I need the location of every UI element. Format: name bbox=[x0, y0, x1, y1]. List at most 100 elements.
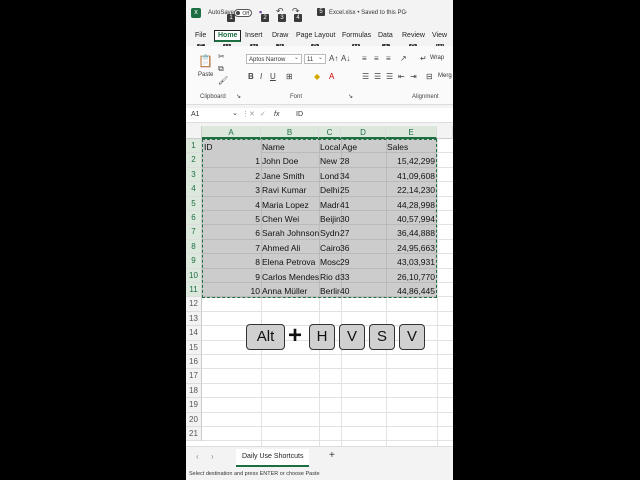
cell-location[interactable]: Rio d bbox=[320, 270, 340, 284]
cell-id[interactable]: 3 bbox=[203, 183, 260, 197]
align-bottom-icon[interactable]: ≡ bbox=[386, 54, 391, 64]
add-sheet-button[interactable]: + bbox=[329, 450, 335, 461]
cell-name[interactable]: Ravi Kumar bbox=[262, 183, 319, 197]
tab-formulas[interactable]: Formulas bbox=[342, 32, 371, 39]
enter-icon[interactable]: ✓ bbox=[260, 108, 266, 122]
align-left-icon[interactable]: ☰ bbox=[362, 72, 369, 82]
row-header[interactable]: 3 bbox=[186, 167, 202, 183]
cell-location[interactable]: Sydne bbox=[320, 226, 340, 240]
autosave-toggle[interactable]: Off bbox=[234, 9, 252, 17]
cell-name[interactable]: Elena Petrova bbox=[262, 255, 319, 269]
row-header[interactable]: 20 bbox=[186, 412, 202, 427]
row-header[interactable]: 1 bbox=[186, 139, 202, 154]
cell-id[interactable]: 8 bbox=[203, 255, 260, 269]
row-header[interactable]: 13 bbox=[186, 311, 202, 327]
row-header[interactable]: 19 bbox=[186, 398, 202, 413]
cell-location[interactable]: Beijin bbox=[320, 212, 340, 226]
tab-file[interactable]: File bbox=[195, 32, 206, 39]
column-header-a[interactable]: A bbox=[202, 126, 261, 139]
row-header[interactable]: 17 bbox=[186, 369, 202, 384]
font-color-icon[interactable]: A bbox=[329, 72, 334, 82]
paste-icon[interactable]: 📋 bbox=[198, 55, 213, 67]
column-header-b[interactable]: B bbox=[261, 126, 319, 139]
decrease-indent-icon[interactable]: ⇤ bbox=[398, 72, 405, 82]
row-header[interactable]: 21 bbox=[186, 427, 202, 442]
row-header[interactable]: 4 bbox=[186, 182, 202, 197]
cell-sales[interactable]: 41,09,608 bbox=[387, 169, 435, 183]
cell-location[interactable]: Berlir bbox=[320, 284, 340, 298]
clipboard-launcher-icon[interactable]: ↘ bbox=[236, 93, 241, 100]
cell-id[interactable]: 10 bbox=[203, 284, 260, 298]
cell-name[interactable]: Ahmed Ali bbox=[262, 241, 319, 255]
cell-age[interactable]: 34 bbox=[340, 169, 350, 183]
tab-data[interactable]: Data bbox=[378, 32, 393, 39]
tab-page-layout[interactable]: Page Layout bbox=[296, 32, 335, 39]
title-dropdown-icon[interactable]: ⌄ bbox=[403, 8, 408, 15]
row-header[interactable]: 16 bbox=[186, 355, 202, 370]
cell-location[interactable]: Cairo bbox=[320, 241, 340, 255]
tab-insert[interactable]: Insert bbox=[245, 32, 263, 39]
spreadsheet-grid[interactable]: A B C D E 1 2 3 4 5 6 7 8 9 10 11 12 13 14 15 16 17 18 19 2… bbox=[186, 126, 453, 446]
cell-sales[interactable]: 43,03,931 bbox=[387, 255, 435, 269]
cell-sales[interactable]: 44,28,998 bbox=[387, 198, 435, 212]
column-header-e[interactable]: E bbox=[386, 126, 437, 139]
cell-id[interactable]: 1 bbox=[203, 154, 260, 168]
cancel-icon[interactable]: ✕ bbox=[249, 108, 255, 122]
row-header[interactable]: 2 bbox=[186, 153, 202, 168]
merge-label[interactable]: Merg bbox=[438, 73, 452, 79]
column-header-f[interactable] bbox=[437, 126, 453, 139]
row-header[interactable]: 10 bbox=[186, 268, 202, 283]
column-header-c[interactable]: C bbox=[319, 126, 341, 139]
cell-d1[interactable]: Age bbox=[342, 140, 357, 154]
font-name-select[interactable]: Aptos Narrow bbox=[246, 53, 302, 64]
align-right-icon[interactable]: ☰ bbox=[386, 72, 393, 82]
cell-name[interactable]: John Doe bbox=[262, 154, 319, 168]
cell-id[interactable]: 4 bbox=[203, 198, 260, 212]
cell-sales[interactable]: 22,14,230 bbox=[387, 183, 435, 197]
tab-review[interactable]: Review bbox=[402, 32, 425, 39]
orientation-icon[interactable]: ↗ bbox=[400, 54, 407, 64]
cell-id[interactable]: 9 bbox=[203, 270, 260, 284]
cell-e1[interactable]: Sales bbox=[387, 140, 408, 154]
cell-sales[interactable]: 40,57,994 bbox=[387, 212, 435, 226]
cell-sales[interactable]: 36,44,888 bbox=[387, 226, 435, 240]
font-size-select[interactable]: 11 bbox=[304, 53, 326, 64]
cell-id[interactable]: 2 bbox=[203, 169, 260, 183]
cell-name[interactable]: Anna Müller bbox=[262, 284, 319, 298]
row-header[interactable]: 15 bbox=[186, 340, 202, 355]
name-box-dropdown-icon[interactable]: ⌄ bbox=[232, 107, 238, 121]
italic-icon[interactable]: I bbox=[260, 72, 262, 82]
increase-indent-icon[interactable]: ⇥ bbox=[410, 72, 417, 82]
decrease-font-icon[interactable]: A↓ bbox=[341, 54, 350, 64]
cell-name[interactable]: Carlos Mendes bbox=[262, 270, 319, 284]
row-header[interactable]: 12 bbox=[186, 297, 202, 312]
cell-age[interactable]: 25 bbox=[340, 183, 350, 197]
cell-location[interactable]: Mosc bbox=[320, 255, 340, 269]
row-header[interactable]: 5 bbox=[186, 196, 202, 211]
cell-age[interactable]: 36 bbox=[340, 241, 350, 255]
align-middle-icon[interactable]: ≡ bbox=[374, 54, 379, 64]
row-header[interactable]: 11 bbox=[186, 283, 202, 298]
cell-id[interactable]: 7 bbox=[203, 241, 260, 255]
wrap-text-label[interactable]: Wrap bbox=[430, 55, 444, 61]
select-all-corner[interactable] bbox=[186, 126, 202, 139]
cell-age[interactable]: 28 bbox=[340, 154, 350, 168]
row-header[interactable]: 7 bbox=[186, 225, 202, 240]
cell-sales[interactable]: 44,86,445 bbox=[387, 284, 435, 298]
row-header[interactable]: 9 bbox=[186, 254, 202, 269]
cell-age[interactable]: 33 bbox=[340, 270, 350, 284]
cell-age[interactable]: 29 bbox=[340, 255, 350, 269]
cell-age[interactable]: 30 bbox=[340, 212, 350, 226]
row-header[interactable]: 6 bbox=[186, 211, 202, 226]
sheet-tab-daily-use-shortcuts[interactable]: Daily Use Shortcuts bbox=[236, 449, 310, 467]
copy-icon[interactable]: ⧉ bbox=[218, 64, 224, 74]
sheet-next-icon[interactable]: › bbox=[211, 452, 214, 461]
cell-id[interactable]: 5 bbox=[203, 212, 260, 226]
insert-function-icon[interactable]: fx bbox=[274, 108, 279, 122]
cell-age[interactable]: 40 bbox=[340, 284, 350, 298]
increase-font-icon[interactable]: A↑ bbox=[329, 54, 338, 64]
cell-sales[interactable]: 24,95,663 bbox=[387, 241, 435, 255]
cell-name[interactable]: Jane Smith bbox=[262, 169, 319, 183]
name-box[interactable]: A1 bbox=[191, 108, 200, 122]
cell-name[interactable]: Sarah Johnson bbox=[262, 226, 319, 240]
